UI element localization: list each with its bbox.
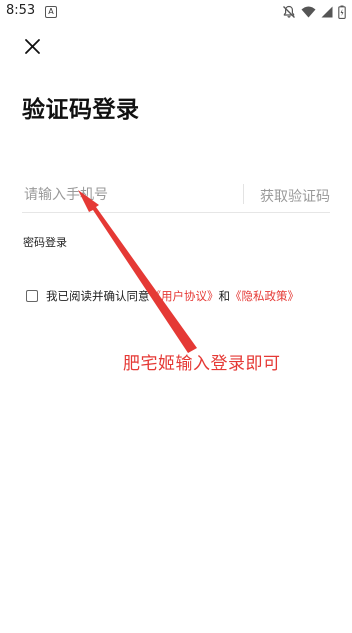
login-screen: 8:53 A 验证码登录 请输入手机号 获取验证码 密码登录 我已阅读并确认同意…: [0, 0, 352, 633]
status-time: 8:53: [6, 3, 36, 18]
user-agreement-link[interactable]: 《用户协议》: [150, 288, 219, 304]
field-divider: [243, 184, 244, 204]
phone-row: 获取验证码: [22, 178, 330, 213]
agreement-row: 我已阅读并确认同意 《用户协议》 和 《隐私政策》: [26, 288, 299, 304]
privacy-policy-link[interactable]: 《隐私政策》: [230, 288, 299, 304]
signal-icon: [321, 6, 333, 18]
agreement-conjunction: 和: [218, 289, 231, 303]
annotation-text: 肥宅姬输入登录即可: [123, 354, 281, 374]
notification-off-icon: [283, 5, 295, 18]
get-code-button[interactable]: 获取验证码: [260, 186, 330, 206]
agreement-prefix: 我已阅读并确认同意: [46, 289, 150, 303]
accessibility-badge-icon: A: [45, 6, 57, 18]
status-bar: 8:53 A: [0, 0, 352, 26]
status-icons: [282, 3, 346, 21]
page-title: 验证码登录: [22, 97, 140, 123]
password-login-link[interactable]: 密码登录: [23, 234, 67, 250]
wifi-icon: [301, 6, 316, 18]
close-button[interactable]: [22, 36, 44, 58]
agreement-checkbox[interactable]: [26, 290, 38, 302]
close-icon: [25, 39, 40, 54]
phone-input[interactable]: [22, 178, 239, 212]
battery-icon: [338, 5, 346, 19]
